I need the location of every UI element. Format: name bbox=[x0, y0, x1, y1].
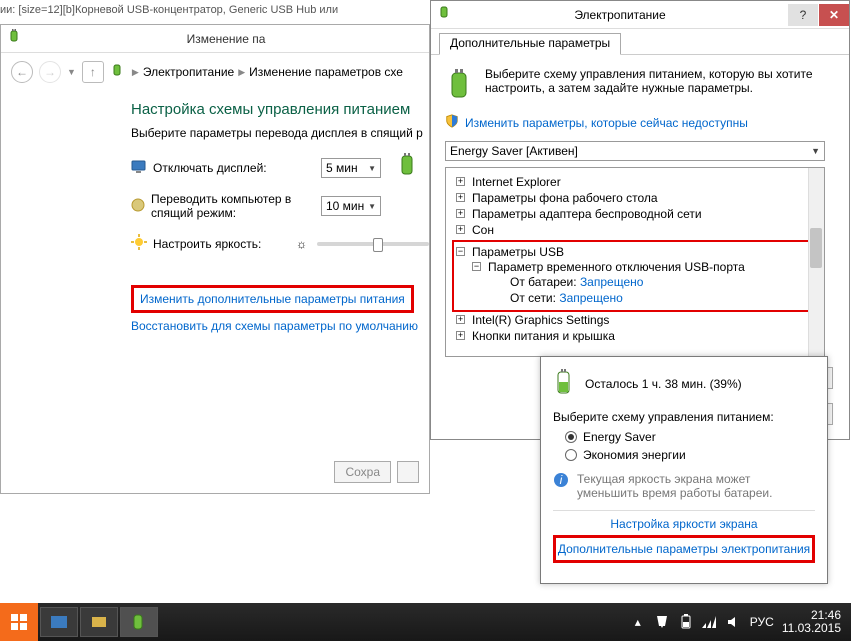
tray-language[interactable]: РУС bbox=[750, 615, 774, 629]
tree-item-sleep[interactable]: +Сон bbox=[456, 222, 820, 238]
tree-leaf-usb-battery[interactable]: От батареи: Запрещено bbox=[488, 274, 816, 290]
battery-icon bbox=[553, 367, 575, 400]
brightness-label: Настроить яркость: bbox=[153, 237, 261, 251]
fg-titlebar: Электропитание ? ✕ bbox=[431, 1, 849, 29]
chevron-down-icon: ▼ bbox=[811, 146, 820, 156]
tree-item-ie[interactable]: +Internet Explorer bbox=[456, 174, 820, 190]
tree-item-usb-suspend[interactable]: −Параметр временного отключения USB-порт… bbox=[472, 259, 816, 307]
breadcrumb-leaf[interactable]: Изменение параметров схе bbox=[249, 65, 403, 79]
choose-plan-label: Выберите схему управления питанием: bbox=[553, 410, 815, 424]
sleep-label: Переводить компьютер в спящий режим: bbox=[151, 192, 311, 220]
tray-network-icon[interactable] bbox=[702, 614, 718, 630]
radio-icon bbox=[565, 449, 577, 461]
column-battery-icon bbox=[397, 152, 419, 183]
dialog-description: Выберите схему управления питанием, кото… bbox=[485, 67, 835, 95]
adjust-brightness-link[interactable]: Настройка яркости экрана bbox=[553, 517, 815, 531]
window-icon bbox=[431, 5, 453, 24]
change-unavailable-link[interactable]: Изменить параметры, которые сейчас недос… bbox=[465, 116, 748, 130]
power-plan-select[interactable]: Energy Saver [Активен] ▼ bbox=[445, 141, 825, 161]
window-icon bbox=[7, 29, 23, 48]
more-power-options-link[interactable]: Дополнительные параметры электропитания bbox=[553, 535, 815, 563]
bg-window-title: Изменение па bbox=[23, 32, 429, 46]
system-tray: ▴ РУС 21:46 11.03.2015 bbox=[630, 609, 851, 635]
highlight-frame: Изменить дополнительные параметры питани… bbox=[131, 285, 414, 313]
tree-item-wifi[interactable]: +Параметры адаптера беспроводной сети bbox=[456, 206, 820, 222]
battery-large-icon bbox=[445, 67, 475, 104]
help-button[interactable]: ? bbox=[788, 4, 818, 26]
dialog-description-row: Выберите схему управления питанием, кото… bbox=[445, 67, 835, 104]
tray-clock[interactable]: 21:46 11.03.2015 bbox=[782, 609, 841, 635]
brightness-warning: Текущая яркость экрана может уменьшить в… bbox=[577, 472, 815, 500]
restore-defaults-link[interactable]: Восстановить для схемы параметры по умол… bbox=[131, 319, 418, 333]
settings-tree: +Internet Explorer +Параметры фона рабоч… bbox=[445, 167, 825, 357]
plan-option-power-saver[interactable]: Экономия энергии bbox=[565, 448, 815, 462]
display-timeout-select[interactable]: 5 мин▼ bbox=[321, 158, 381, 178]
tray-action-center-icon[interactable] bbox=[654, 614, 670, 630]
plan-option-energy-saver[interactable]: Energy Saver bbox=[565, 430, 815, 444]
brightness-low-icon: ☼ bbox=[296, 237, 307, 251]
tree-item-buttons-lid[interactable]: +Кнопки питания и крышка bbox=[456, 328, 820, 344]
display-icon bbox=[131, 160, 147, 177]
nav-up-button[interactable]: ↑ bbox=[82, 61, 104, 83]
close-button[interactable]: ✕ bbox=[819, 4, 849, 26]
chevron-right-icon: ▶ bbox=[132, 67, 139, 78]
bg-content: Настройка схемы управления питанием Выбе… bbox=[1, 91, 429, 343]
taskbar: ▴ РУС 21:46 11.03.2015 bbox=[0, 603, 851, 641]
explorer-nav: ← → ▼ ↑ ▶ Электропитание ▶ Изменение пар… bbox=[1, 53, 429, 91]
svg-text:i: i bbox=[560, 473, 563, 487]
tray-battery-icon[interactable] bbox=[678, 614, 694, 630]
tray-volume-icon[interactable] bbox=[726, 614, 742, 630]
row-brightness: Настроить яркость: ☼ bbox=[131, 234, 429, 253]
row-sleep: Переводить компьютер в спящий режим: 10 … bbox=[131, 192, 429, 220]
bg-titlebar: Изменение па bbox=[1, 25, 429, 53]
nav-forward-button[interactable]: → bbox=[39, 61, 61, 83]
brightness-slider[interactable] bbox=[317, 242, 429, 246]
breadcrumb-icon bbox=[110, 63, 126, 82]
tray-chevron-up-icon[interactable]: ▴ bbox=[630, 614, 646, 630]
change-advanced-link[interactable]: Изменить дополнительные параметры питани… bbox=[140, 292, 405, 306]
radio-icon bbox=[565, 431, 577, 443]
highlight-frame-usb: −Параметры USB −Параметр временного откл… bbox=[452, 240, 820, 312]
taskbar-app-power[interactable] bbox=[120, 607, 158, 637]
chevron-down-icon: ▼ bbox=[368, 202, 376, 211]
fg-window-title: Электропитание bbox=[453, 8, 787, 22]
taskbar-app-1[interactable] bbox=[40, 607, 78, 637]
edit-plan-window: Изменение па ← → ▼ ↑ ▶ Электропитание ▶ … bbox=[0, 24, 430, 494]
page-desc: Выберите параметры перевода дисплея в сп… bbox=[131, 126, 429, 140]
row-turn-off-display: Отключать дисплей: 5 мин▼ bbox=[131, 158, 397, 178]
breadcrumb-root[interactable]: Электропитание bbox=[143, 65, 234, 79]
truncated-forum-text: ии: [size=12][b]Корневой USB-концентрато… bbox=[0, 4, 338, 16]
turn-off-display-label: Отключать дисплей: bbox=[153, 161, 267, 175]
chevron-right-icon: ▶ bbox=[238, 67, 245, 78]
battery-remaining: Осталось 1 ч. 38 мин. (39%) bbox=[585, 377, 742, 391]
shield-icon bbox=[445, 114, 459, 131]
nav-back-button[interactable]: ← bbox=[11, 61, 33, 83]
page-title: Настройка схемы управления питанием bbox=[131, 101, 429, 118]
start-button[interactable] bbox=[0, 603, 38, 641]
tab-strip: Дополнительные параметры bbox=[431, 29, 849, 55]
taskbar-app-2[interactable] bbox=[80, 607, 118, 637]
tree-leaf-usb-pluggedin[interactable]: От сети: Запрещено bbox=[488, 290, 816, 306]
tree-item-desktop-bg[interactable]: +Параметры фона рабочего стола bbox=[456, 190, 820, 206]
tree-item-usb[interactable]: −Параметры USB −Параметр временного откл… bbox=[456, 244, 816, 308]
moon-icon bbox=[131, 198, 145, 215]
tree-scrollbar[interactable] bbox=[808, 168, 824, 356]
tab-additional-params[interactable]: Дополнительные параметры bbox=[439, 33, 621, 55]
chevron-down-icon: ▼ bbox=[368, 164, 376, 173]
tree-item-intel-gfx[interactable]: +Intel(R) Graphics Settings bbox=[456, 312, 820, 328]
sleep-timeout-select[interactable]: 10 мин▼ bbox=[321, 196, 381, 216]
info-icon: i bbox=[553, 472, 569, 491]
save-button[interactable]: Сохра bbox=[334, 461, 391, 483]
cancel-button[interactable] bbox=[397, 461, 419, 483]
sun-icon bbox=[131, 234, 147, 253]
nav-history-chevron[interactable]: ▼ bbox=[67, 67, 76, 77]
battery-flyout: Осталось 1 ч. 38 мин. (39%) Выберите схе… bbox=[540, 356, 828, 584]
breadcrumb[interactable]: ▶ Электропитание ▶ Изменение параметров … bbox=[132, 65, 403, 79]
